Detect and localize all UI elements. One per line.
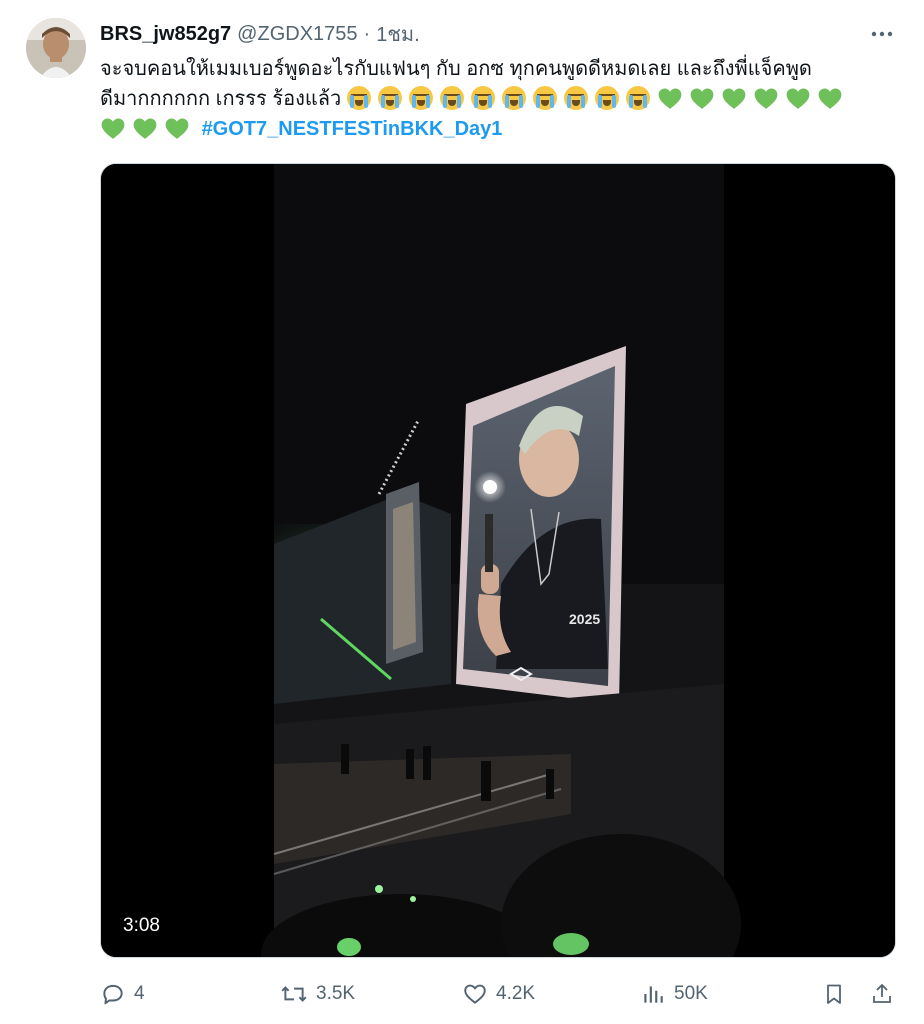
- bookmark-icon: [827, 984, 841, 1004]
- green-heart-emoji-icon: [817, 86, 843, 110]
- avatar-image: [26, 18, 86, 78]
- more-horizontal-icon: [871, 31, 893, 37]
- views-button[interactable]: 50K: [640, 978, 708, 1010]
- repost-count: 3.5K: [316, 983, 356, 1004]
- reply-count: 4: [134, 983, 145, 1004]
- green-heart-emoji-icon: [164, 116, 190, 140]
- reply-bubble-icon: [103, 984, 123, 1005]
- shirt-print-text: 2025: [569, 611, 600, 627]
- bookmark-button[interactable]: [822, 978, 854, 1010]
- hashtag-link[interactable]: #GOT7_NESTFESTinBKK_Day1: [202, 118, 503, 140]
- green-heart-emoji-icon: [657, 86, 683, 110]
- green-heart-emoji-icon: [689, 86, 715, 110]
- user-handle[interactable]: @ZGDX1755: [237, 23, 357, 46]
- repost-icon: [281, 986, 307, 1002]
- crying-face-emoji-icon: [439, 86, 464, 110]
- emoji-row: [346, 86, 849, 110]
- tweet-card: BRS_jw852g7 @ZGDX1755 · 1ชม. จะจบคอนให้เ…: [0, 0, 924, 1024]
- heart-outline-icon: [464, 984, 486, 1004]
- avatar[interactable]: [26, 18, 86, 78]
- crying-face-emoji-icon: [470, 86, 495, 110]
- video-player[interactable]: 2025 3:08: [100, 163, 896, 958]
- reply-button[interactable]: 4: [100, 978, 145, 1010]
- separator-dot: ·: [363, 22, 371, 45]
- crying-face-emoji-icon: [501, 86, 526, 110]
- green-heart-emoji-icon: [132, 116, 158, 140]
- crying-face-emoji-icon: [594, 86, 619, 110]
- share-upload-icon: [873, 983, 891, 1003]
- tweet-text: จะจบคอนให้เมมเบอร์พูดอะไรกับแฟนๆ กับ อกซ…: [100, 54, 900, 144]
- tweet-text-line-2: ดีมากกกกกก เกรรร ร้องแล้ว: [100, 84, 900, 114]
- bar-chart-icon: [644, 986, 663, 1003]
- timestamp[interactable]: 1ชม.: [376, 18, 419, 50]
- share-button[interactable]: [870, 978, 902, 1010]
- tweet-text-line-2-words: ดีมากกกกกก เกรรร ร้องแล้ว: [100, 88, 342, 110]
- green-heart-emoji-icon: [753, 86, 779, 110]
- like-count: 4.2K: [496, 983, 536, 1004]
- repost-button[interactable]: 3.5K: [280, 978, 355, 1010]
- green-heart-emoji-icon: [785, 86, 811, 110]
- emoji-row-2: [100, 118, 196, 140]
- crying-face-emoji-icon: [346, 86, 371, 110]
- crying-face-emoji-icon: [377, 86, 402, 110]
- video-frame: 2025: [101, 164, 895, 957]
- video-duration: 3:08: [123, 915, 160, 936]
- tweet-header: BRS_jw852g7 @ZGDX1755 · 1ชม.: [100, 20, 864, 48]
- tweet-action-bar: 4 3.5K 4.2K 50K: [100, 978, 900, 1010]
- tweet-text-line-3: #GOT7_NESTFESTinBKK_Day1: [100, 114, 900, 144]
- green-heart-emoji-icon: [721, 86, 747, 110]
- crying-face-emoji-icon: [625, 86, 650, 110]
- view-count: 50K: [674, 983, 708, 1004]
- crying-face-emoji-icon: [532, 86, 557, 110]
- display-name[interactable]: BRS_jw852g7: [100, 23, 231, 46]
- green-heart-emoji-icon: [100, 116, 126, 140]
- more-options-button[interactable]: [868, 22, 896, 46]
- like-button[interactable]: 4.2K: [462, 978, 535, 1010]
- tweet-text-line-1: จะจบคอนให้เมมเบอร์พูดอะไรกับแฟนๆ กับ อกซ…: [100, 58, 812, 80]
- crying-face-emoji-icon: [563, 86, 588, 110]
- crying-face-emoji-icon: [408, 86, 433, 110]
